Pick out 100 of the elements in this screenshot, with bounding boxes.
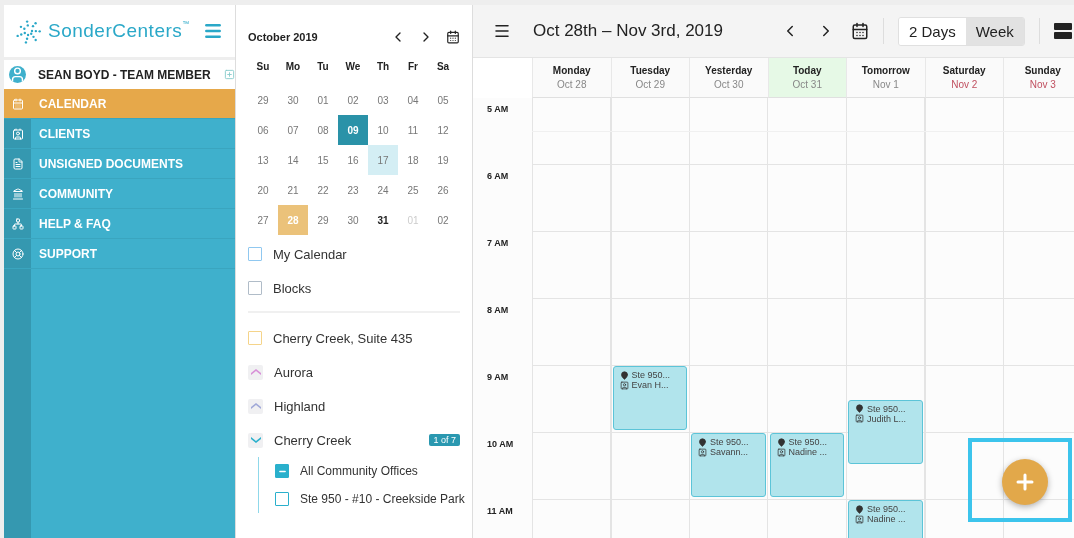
nav-item[interactable]: UNSIGNED DOCUMENTS	[4, 149, 235, 179]
calendar-icon	[851, 22, 869, 40]
appointment-card[interactable]: Ste 950... Judith L...	[848, 399, 923, 464]
expand-icon[interactable]	[224, 69, 235, 80]
calendar-day[interactable]: 14	[278, 145, 308, 175]
event-location: Ste 950...	[867, 403, 906, 414]
weekday-label: Th	[375, 59, 391, 74]
event-client: Nadine ...	[867, 514, 906, 524]
event-client: Judith L...	[867, 413, 907, 424]
nav-item[interactable]: CLIENTS	[4, 119, 235, 149]
appointment-card[interactable]: Ste 950... Nadine ...	[769, 433, 844, 497]
event-client: Savann...	[710, 447, 749, 457]
hour-label: 6 AM	[473, 165, 532, 232]
calendar-day[interactable]: 29	[248, 85, 278, 115]
calendar-day[interactable]: 20	[248, 175, 278, 205]
nav-item[interactable]: COMMUNITY	[4, 179, 235, 209]
date-range-title: Oct 28th – Nov 3rd, 2019	[533, 21, 724, 41]
person-badge-icon	[855, 514, 864, 524]
day-name: Sunday	[1024, 65, 1061, 76]
day-name: Yesterday	[705, 65, 753, 76]
calendar-day[interactable]: 05	[428, 85, 458, 115]
calendar-day[interactable]: 29	[308, 205, 338, 235]
layout-icon[interactable]	[1053, 23, 1072, 39]
calendar-day[interactable]: 23	[338, 175, 368, 205]
view-toggle[interactable]: Week	[965, 17, 1024, 45]
checkbox[interactable]	[248, 247, 262, 261]
contact-card-icon	[11, 127, 24, 140]
hour-label: 8 AM	[473, 299, 532, 366]
calendar-day[interactable]: 30	[278, 85, 308, 115]
event-location: Ste 950...	[788, 437, 828, 447]
menu-button[interactable]	[493, 22, 511, 40]
calendar-day[interactable]: 24	[368, 175, 398, 205]
menu-icon	[203, 21, 223, 41]
nav-item[interactable]: HELP & FAQ	[4, 209, 235, 239]
expand-toggle[interactable]	[248, 432, 263, 448]
calendar-day[interactable]: 10	[368, 115, 398, 145]
weekday-label: Tu	[316, 59, 330, 74]
month-title: October 2019	[248, 31, 319, 43]
person-badge-icon	[619, 380, 629, 390]
calendar-icon	[11, 97, 24, 110]
weekday-label: Fr	[407, 59, 419, 74]
calendar-day[interactable]: 22	[308, 175, 338, 205]
weekday-label: Mo	[284, 59, 302, 74]
calendar-day[interactable]: 16	[338, 145, 368, 175]
logo-icon	[16, 18, 42, 44]
calendar-day[interactable]: 06	[248, 115, 278, 145]
calendar-day[interactable]: 18	[398, 145, 428, 175]
expand-toggle[interactable]	[248, 364, 263, 380]
calendar-day[interactable]: 21	[278, 175, 308, 205]
calendar-day[interactable]: 31	[368, 205, 398, 235]
calendar-day[interactable]: 15	[308, 145, 338, 175]
nav-item[interactable]: SUPPORT	[4, 239, 235, 269]
user-avatar-icon	[9, 66, 26, 83]
expand-toggle[interactable]	[248, 398, 263, 414]
calendar-day[interactable]: 02	[338, 85, 368, 115]
count-badge: 1 of 7	[429, 434, 460, 446]
location-pin-icon	[698, 437, 707, 447]
appointment-card[interactable]: Ste 950... Evan H...	[612, 366, 687, 430]
office-label: Cherry Creek	[274, 432, 353, 448]
event-client: Evan H...	[631, 380, 669, 390]
calendar-day[interactable]: 25	[398, 175, 428, 205]
calendar-day[interactable]: 17	[368, 145, 398, 175]
checkbox[interactable]	[248, 331, 262, 345]
calendar-button[interactable]	[851, 22, 869, 40]
calendar-day[interactable]: 03	[368, 85, 398, 115]
calendar-day[interactable]: 19	[428, 145, 458, 175]
calendar-day[interactable]: 09	[338, 115, 368, 145]
calendar-day[interactable]: 30	[338, 205, 368, 235]
calendar-day[interactable]: 01	[308, 85, 338, 115]
lifebuoy-icon	[11, 247, 24, 260]
calendar-day[interactable]: 13	[248, 145, 278, 175]
calendar-day[interactable]: 02	[428, 205, 458, 235]
calendar-label: Blocks	[273, 280, 313, 296]
hierarchy-icon	[11, 217, 24, 230]
office-label: Highland	[274, 398, 327, 414]
day-name: Today	[792, 65, 822, 76]
calendar-day[interactable]: 04	[398, 85, 428, 115]
calendar-day[interactable]: 12	[428, 115, 458, 145]
calendar-button[interactable]	[446, 30, 460, 44]
calendar-icon	[446, 30, 460, 44]
view-toggle[interactable]: 2 Days	[899, 17, 966, 45]
day-name: Saturday	[942, 65, 986, 76]
appointment-card[interactable]: Ste 950... Savann...	[691, 433, 766, 497]
calendar-day[interactable]: 08	[308, 115, 338, 145]
calendar-day[interactable]: 07	[278, 115, 308, 145]
calendar-day[interactable]: 26	[428, 175, 458, 205]
calendar-day[interactable]: 27	[248, 205, 278, 235]
appointment-card[interactable]: Ste 950... Nadine ...	[848, 500, 923, 538]
calendar-day[interactable]: 11	[398, 115, 428, 145]
weekday-label: We	[344, 59, 362, 74]
event-client: Nadine ...	[788, 447, 828, 457]
person-badge-icon	[855, 414, 864, 423]
location-pin-icon	[855, 504, 864, 514]
checkbox[interactable]	[248, 281, 262, 295]
office-label: Ste 950 - #10 - Creekside Park	[300, 492, 465, 506]
checkbox[interactable]	[275, 464, 289, 478]
hour-label: 7 AM	[473, 232, 532, 299]
location-pin-icon	[776, 437, 786, 447]
checkbox[interactable]	[275, 492, 289, 506]
user-name: SEAN BOYD - TEAM MEMBER	[38, 67, 212, 82]
